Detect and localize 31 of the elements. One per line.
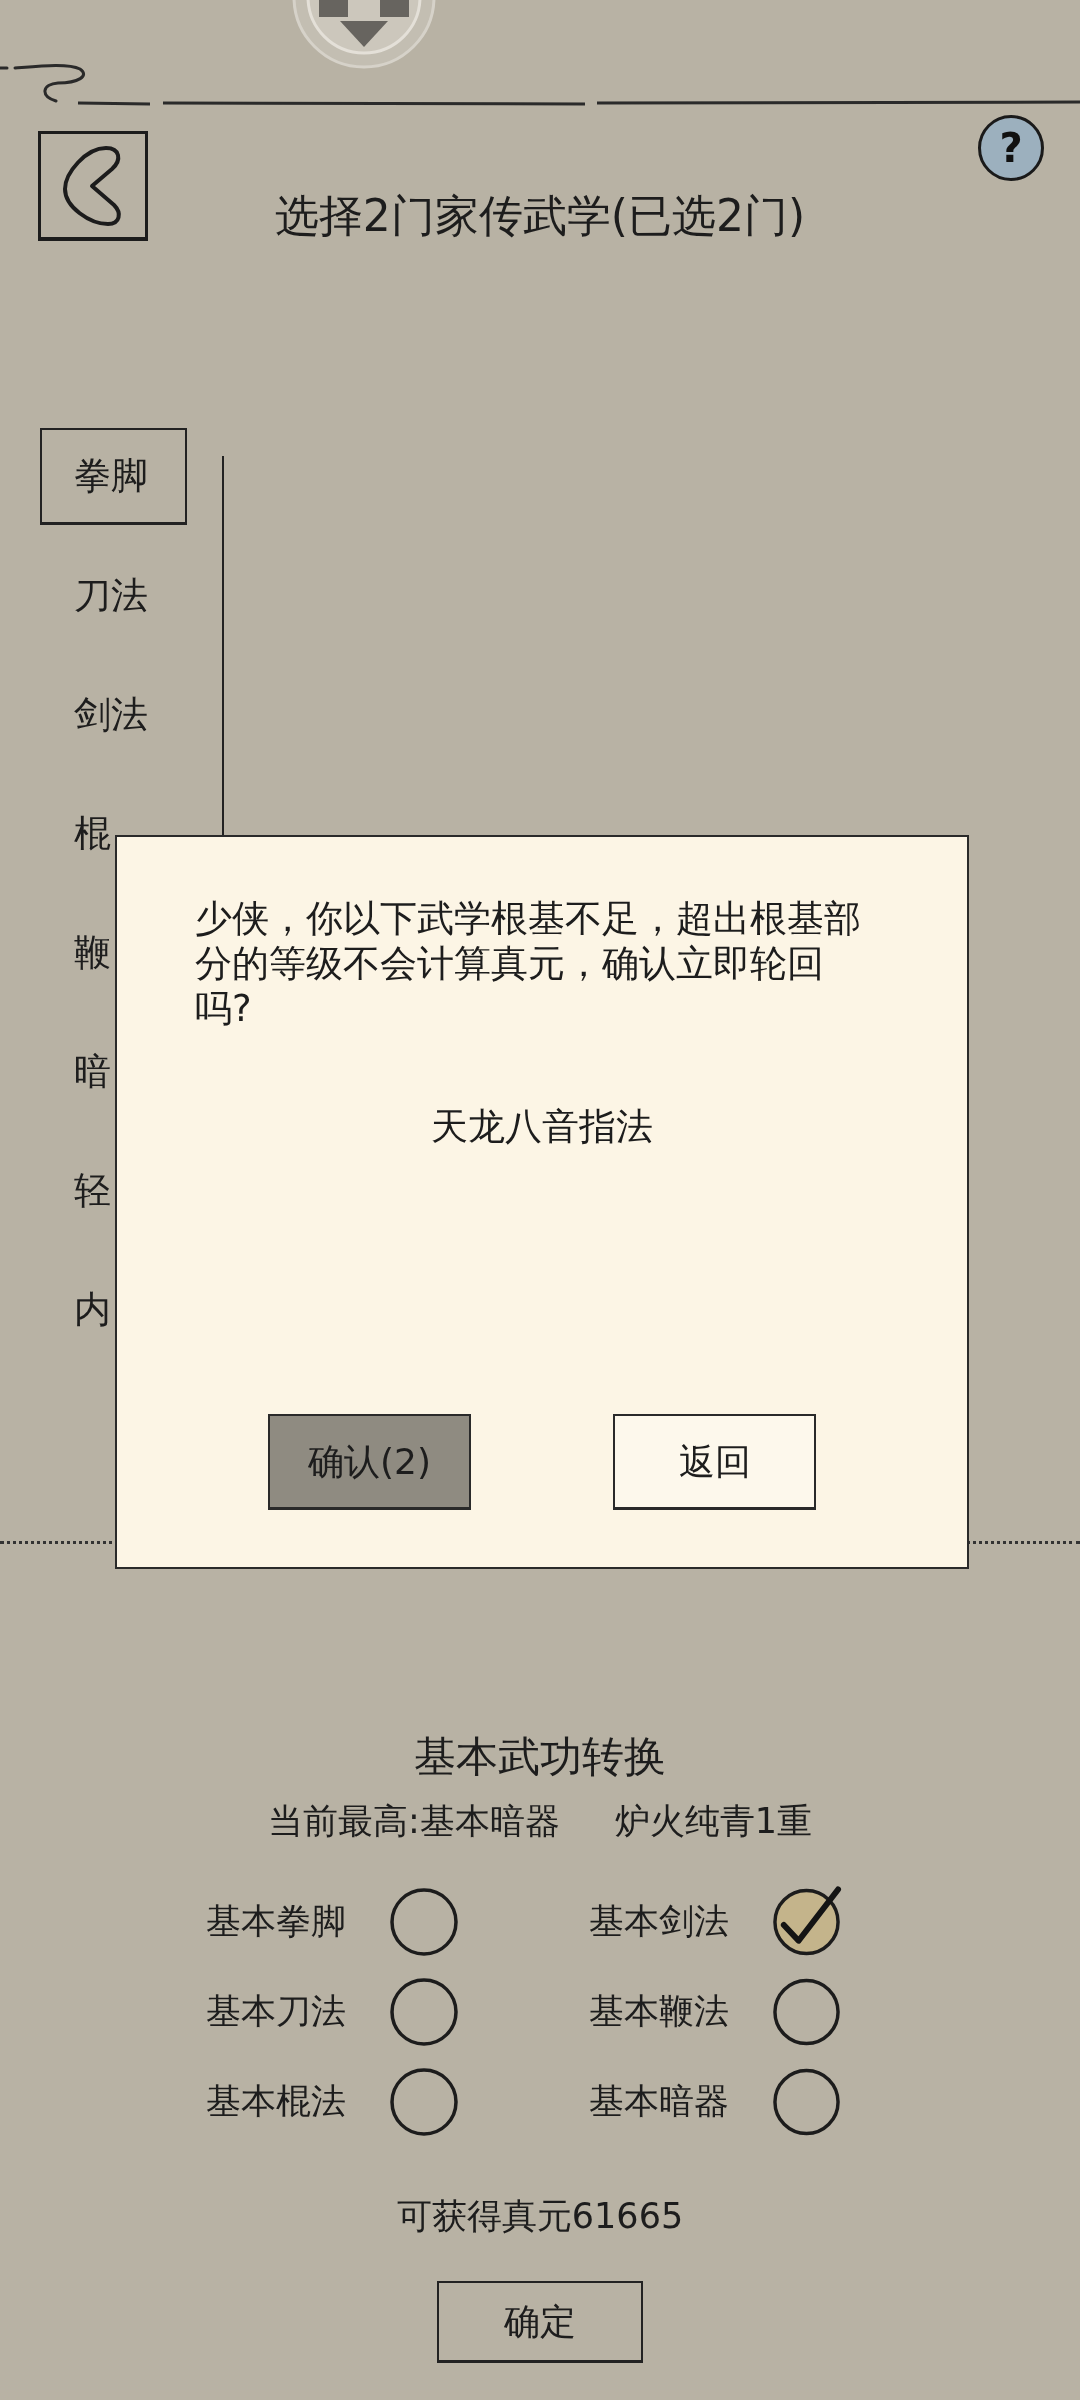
confirm-button[interactable]: 确认(2) bbox=[268, 1414, 471, 1510]
confirm-button[interactable]: 确定 bbox=[437, 2281, 643, 2363]
help-button[interactable]: ? bbox=[978, 115, 1044, 181]
option-label: 基本鞭法 bbox=[589, 1990, 729, 2033]
checkbox[interactable] bbox=[388, 1975, 460, 2047]
rank-text: 炉火纯青1重 bbox=[614, 1800, 813, 1843]
option-label: 基本剑法 bbox=[589, 1900, 729, 1943]
page-title: 选择2门家传武学(已选2门) bbox=[274, 190, 806, 242]
category-tab[interactable]: 棍 bbox=[40, 785, 113, 882]
back-icon bbox=[62, 144, 124, 227]
category-tab[interactable]: 暗 bbox=[40, 1023, 113, 1120]
checkbox[interactable] bbox=[771, 1885, 842, 1957]
back-button[interactable] bbox=[38, 131, 148, 241]
reward-text: 可获得真元61665 bbox=[395, 2195, 685, 2238]
dialog-message: 少侠，你以下武学根基不足，超出根基部分的等级不会计算真元，确认立即轮回吗? bbox=[195, 896, 862, 1031]
category-tab[interactable]: 内 bbox=[40, 1261, 113, 1358]
option-label: 基本拳脚 bbox=[206, 1900, 346, 1943]
option-label: 基本暗器 bbox=[589, 2080, 729, 2123]
option-label: 基本棍法 bbox=[206, 2080, 346, 2123]
checkbox[interactable] bbox=[388, 2065, 460, 2137]
section-title: 基本武功转换 bbox=[413, 1731, 667, 1783]
checkbox[interactable] bbox=[388, 1885, 460, 1957]
category-tab[interactable]: 剑法 bbox=[40, 666, 150, 763]
category-tab[interactable]: 轻 bbox=[40, 1142, 113, 1239]
skill-name: 天龙八音指法 bbox=[430, 1104, 654, 1149]
category-tab[interactable]: 刀法 bbox=[40, 547, 150, 644]
category-tab[interactable]: 鞭 bbox=[40, 904, 113, 1001]
current-highest-text: 当前最高:基本暗器 bbox=[267, 1800, 560, 1843]
category-tab[interactable]: 拳脚 bbox=[40, 428, 187, 525]
back-button[interactable]: 返回 bbox=[613, 1414, 816, 1510]
option-label: 基本刀法 bbox=[206, 1990, 346, 2033]
